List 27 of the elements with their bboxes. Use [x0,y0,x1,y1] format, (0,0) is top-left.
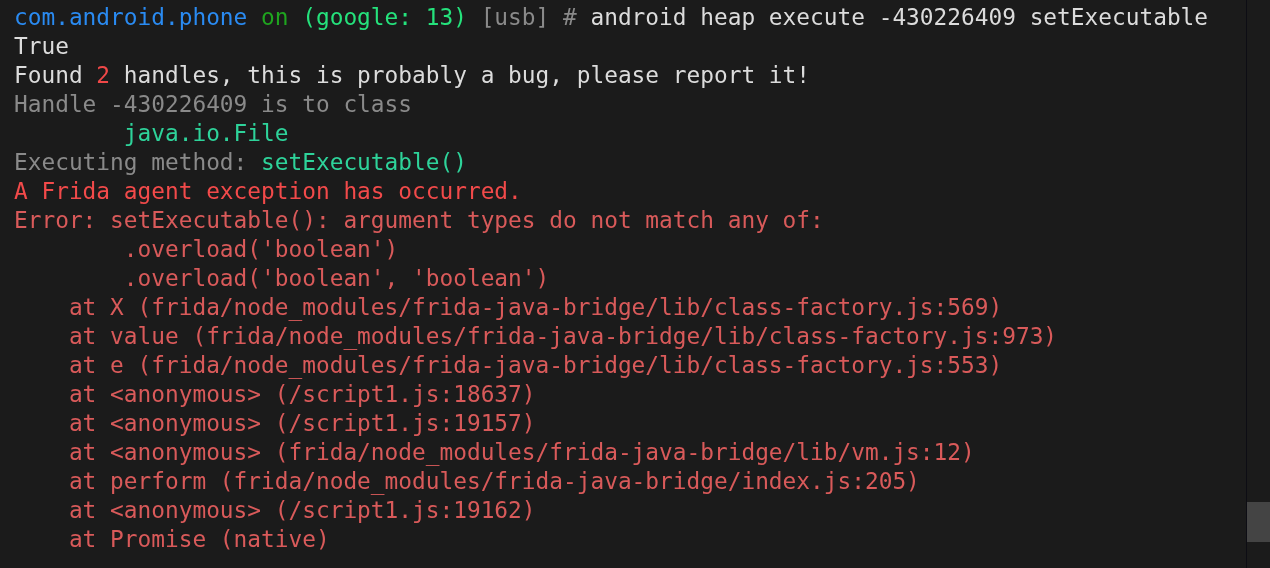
output-text: True [14,32,69,61]
prompt-host: (google: 13) [302,3,467,32]
error-text: at e (frida/node_modules/frida-java-bridge/lib/class-factory.js:553) [68,351,1003,380]
output-text: Executing method: [14,148,248,177]
output-text: Found [14,61,83,90]
exception-message: A Frida agent exception has occurred. [14,177,522,206]
handle-count: 2 [96,61,111,90]
error-text: .overload('boolean') [123,235,399,264]
error-text: at <anonymous> (/script1.js:19162) [68,496,536,525]
error-text: at <anonymous> (/script1.js:18637) [68,380,536,409]
error-text: at value (frida/node_modules/frida-java-bridge/lib/class-factory.js:973) [68,322,1058,351]
error-text: at <anonymous> (frida/node_modules/frida-java-bridge/lib/vm.js:12) [68,438,975,467]
output-text: android heap execute -430226409 setExecutable [590,3,1209,32]
error-text: at perform (frida/node_modules/frida-java-bridge/index.js:205) [68,467,920,496]
error-text: at X (frida/node_modules/frida-java-bridge/lib/class-factory.js:569) [68,293,1003,322]
prompt-device: com.android.phone [14,3,248,32]
class-name: setExecutable() [261,148,467,177]
error-text: at <anonymous> (/script1.js:19157) [68,409,536,438]
error-text: at Promise (native) [68,525,330,554]
prompt-text: on [261,3,289,32]
error-text: .overload('boolean', 'boolean') [123,264,550,293]
class-name: java.io.File [123,119,289,148]
scroll-thumb[interactable] [1247,502,1270,542]
output-text: [usb] # [480,3,577,32]
output-text: Handle -430226409 is to class [14,90,413,119]
output-text: handles, this is probably a bug, please report it! [123,61,811,90]
error-text: Error: setExecutable(): argument types do not match any of: [14,206,824,235]
